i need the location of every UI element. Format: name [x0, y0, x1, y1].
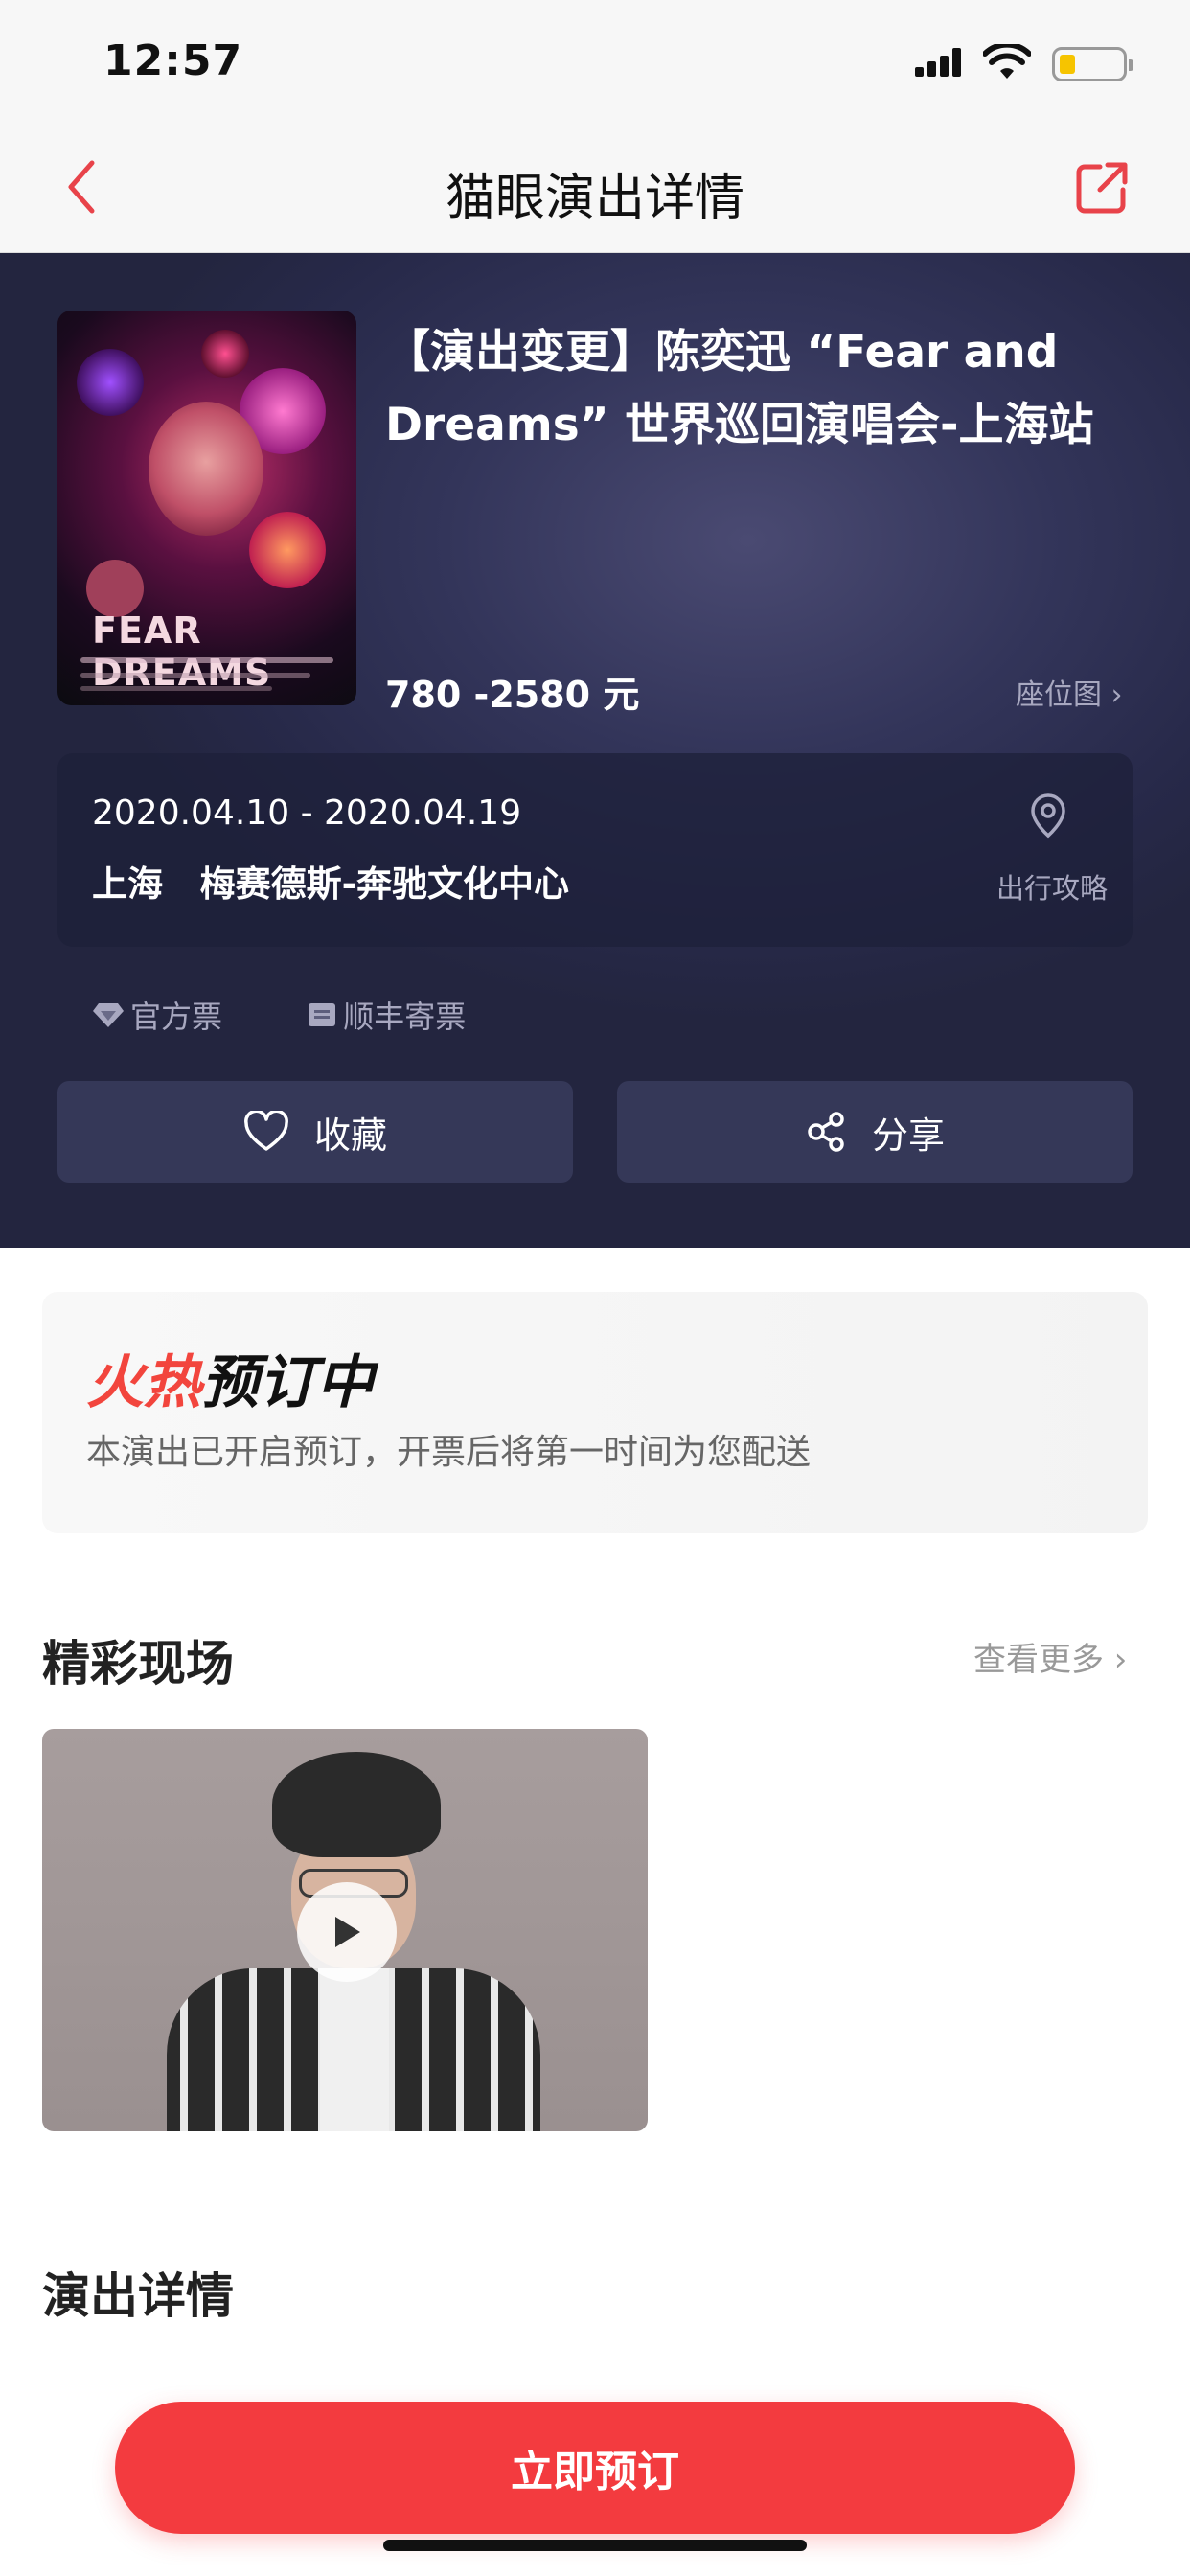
- poster-portrait: [149, 402, 263, 536]
- external-share-icon[interactable]: [1073, 159, 1131, 217]
- highlight-video-thumbnail[interactable]: [42, 1729, 648, 2131]
- ticket-tags: 官方票 顺丰寄票: [92, 993, 540, 1037]
- share-label: 分享: [871, 1114, 945, 1157]
- battery-icon: [1052, 47, 1133, 81]
- cellular-signal-icon: [915, 48, 965, 77]
- favorite-button[interactable]: 收藏: [57, 1081, 573, 1183]
- package-icon: [309, 1003, 336, 1026]
- booking-status-card: 火热预订中 本演出已开启预订，开票后将第一时间为您配送: [42, 1292, 1148, 1533]
- show-date: 2020.04.10 - 2020.04.19: [92, 794, 522, 833]
- show-city: 上海: [92, 863, 163, 905]
- show-poster[interactable]: FEAR DREAMS: [57, 310, 356, 705]
- play-button[interactable]: [297, 1882, 397, 1982]
- booking-description: 本演出已开启预订，开票后将第一时间为您配送: [86, 1433, 812, 1472]
- book-now-button[interactable]: 立即预订: [115, 2402, 1075, 2534]
- show-header: FEAR DREAMS 【演出变更】陈奕迅 “Fear and Dreams” …: [0, 253, 1190, 1248]
- tag-official: 官方票: [92, 993, 222, 1037]
- show-venue: 梅赛德斯-奔驰文化中心: [199, 863, 570, 905]
- booking-status-title: 火热预订中: [86, 1336, 374, 1419]
- location-pin-icon: [1031, 794, 1065, 839]
- share-nodes-icon: [808, 1112, 844, 1152]
- travel-guide-label[interactable]: 出行攻略: [996, 866, 1108, 907]
- view-more-label: 查看更多: [973, 1641, 1104, 1679]
- book-now-label: 立即预订: [511, 2448, 679, 2496]
- chevron-right-icon: ›: [1104, 1641, 1128, 1679]
- poster-title-text: FEAR DREAMS: [92, 610, 272, 694]
- tag-sf-express: 顺丰寄票: [307, 993, 466, 1037]
- wifi-icon: [983, 44, 1031, 79]
- heart-icon: [244, 1111, 288, 1151]
- highlights-title: 精彩现场: [42, 1636, 234, 1691]
- booking-rest-text: 预订中: [201, 1349, 374, 1416]
- seat-map-label: 座位图: [1016, 678, 1102, 712]
- price-range: 780 -2580 元: [385, 674, 640, 716]
- tag-official-label: 官方票: [130, 999, 223, 1035]
- show-location: 上海 梅赛德斯-奔驰文化中心: [92, 855, 569, 907]
- diamond-icon: [93, 1003, 124, 1027]
- favorite-label: 收藏: [313, 1114, 387, 1157]
- play-icon: [335, 1917, 360, 1947]
- seat-map-link[interactable]: 座位图 ›: [1016, 671, 1123, 713]
- tag-sf-express-label: 顺丰寄票: [343, 999, 467, 1035]
- booking-hot-text: 火热: [86, 1349, 201, 1416]
- page-title: 猫眼演出详情: [445, 170, 744, 227]
- share-button[interactable]: 分享: [617, 1081, 1133, 1183]
- show-title: 【演出变更】陈奕迅 “Fear and Dreams” 世界巡回演唱会-上海站: [385, 326, 1094, 451]
- show-info-card[interactable]: 2020.04.10 - 2020.04.19 上海 梅赛德斯-奔驰文化中心 出…: [57, 753, 1133, 947]
- status-bar: 12:57: [0, 0, 1190, 125]
- nav-bar: 猫眼演出详情: [0, 125, 1190, 253]
- details-title: 演出详情: [42, 2268, 234, 2324]
- view-more-link[interactable]: 查看更多 ›: [973, 1633, 1127, 1680]
- chevron-right-icon: ›: [1102, 678, 1123, 712]
- status-time: 12:57: [103, 36, 243, 85]
- home-indicator: [383, 2540, 807, 2551]
